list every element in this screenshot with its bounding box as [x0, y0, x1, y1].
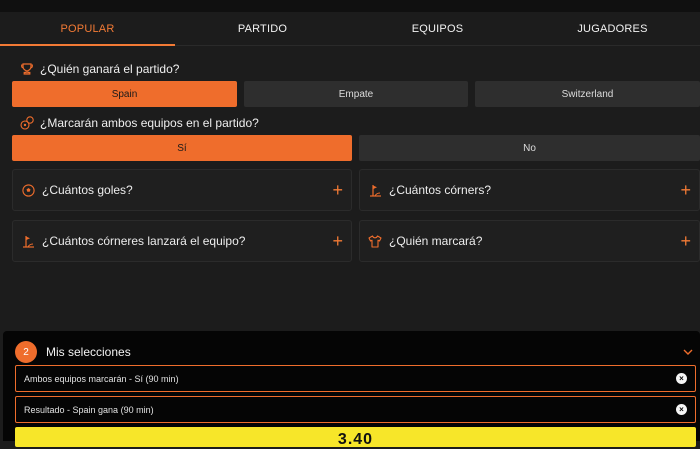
balls-icon: [20, 116, 34, 130]
total-odds: 3.40: [337, 431, 374, 448]
tab-popular[interactable]: POPULAR: [0, 12, 175, 46]
tab-equipos[interactable]: EQUIPOS: [350, 12, 525, 45]
selection-row: Ambos equipos marcarán - Sí (90 min) ×: [15, 365, 696, 392]
option-spain[interactable]: Spain: [12, 81, 237, 107]
option-no[interactable]: No: [359, 135, 700, 161]
winner-options: Spain Empate Switzerland: [12, 81, 700, 107]
selection-label: Resultado - Spain gana (90 min): [24, 404, 154, 415]
market-card-scorer[interactable]: ¿Quién marcará? +: [359, 220, 700, 262]
plus-icon: +: [680, 180, 691, 200]
close-icon[interactable]: ×: [676, 373, 687, 384]
shirt-icon: [368, 234, 382, 248]
market-tabs: POPULAR PARTIDO EQUIPOS JUGADORES: [0, 12, 700, 46]
both-score-options: Sí No: [12, 135, 700, 161]
plus-icon: +: [332, 180, 343, 200]
market-card-team-corners-text: ¿Cuántos córneres lanzará el equipo?: [42, 234, 246, 248]
bet-slip-title: Mis selecciones: [46, 345, 131, 359]
selection-count-badge: 2: [15, 341, 37, 363]
selection-label: Ambos equipos marcarán - Sí (90 min): [24, 373, 179, 384]
question-both-score: ¿Marcarán ambos equipos en el partido?: [20, 116, 259, 130]
selection-row: Resultado - Spain gana (90 min) ×: [15, 396, 696, 423]
market-card-goals[interactable]: ¿Cuántos goles? +: [12, 169, 352, 211]
soccer-ball-icon: [21, 183, 35, 197]
corner-flag-icon: [368, 183, 382, 197]
corner-flag-icon: [21, 234, 35, 248]
market-card-scorer-text: ¿Quién marcará?: [389, 234, 483, 248]
chevron-down-icon[interactable]: [681, 345, 695, 359]
tab-partido[interactable]: PARTIDO: [175, 12, 350, 45]
option-si[interactable]: Sí: [12, 135, 352, 161]
top-strip: [0, 0, 700, 12]
plus-icon: +: [680, 231, 691, 251]
tab-jugadores[interactable]: JUGADORES: [525, 12, 700, 45]
question-both-score-text: ¿Marcarán ambos equipos en el partido?: [40, 116, 259, 130]
market-card-corners-text: ¿Cuántos córners?: [389, 183, 492, 197]
close-icon[interactable]: ×: [676, 404, 687, 415]
bet-slip-header[interactable]: 2 Mis selecciones: [15, 341, 695, 363]
option-empate[interactable]: Empate: [244, 81, 468, 107]
place-bet-bar[interactable]: 3.40: [15, 427, 696, 448]
bet-slip: 2 Mis selecciones Ambos equipos marcarán…: [3, 331, 700, 448]
market-card-goals-text: ¿Cuántos goles?: [42, 183, 133, 197]
option-switzerland[interactable]: Switzerland: [475, 81, 700, 107]
trophy-icon: [20, 62, 34, 76]
plus-icon: +: [332, 231, 343, 251]
market-card-team-corners[interactable]: ¿Cuántos córneres lanzará el equipo? +: [12, 220, 352, 262]
market-card-corners[interactable]: ¿Cuántos córners? +: [359, 169, 700, 211]
question-winner-text: ¿Quién ganará el partido?: [40, 62, 180, 76]
question-winner: ¿Quién ganará el partido?: [20, 62, 179, 76]
